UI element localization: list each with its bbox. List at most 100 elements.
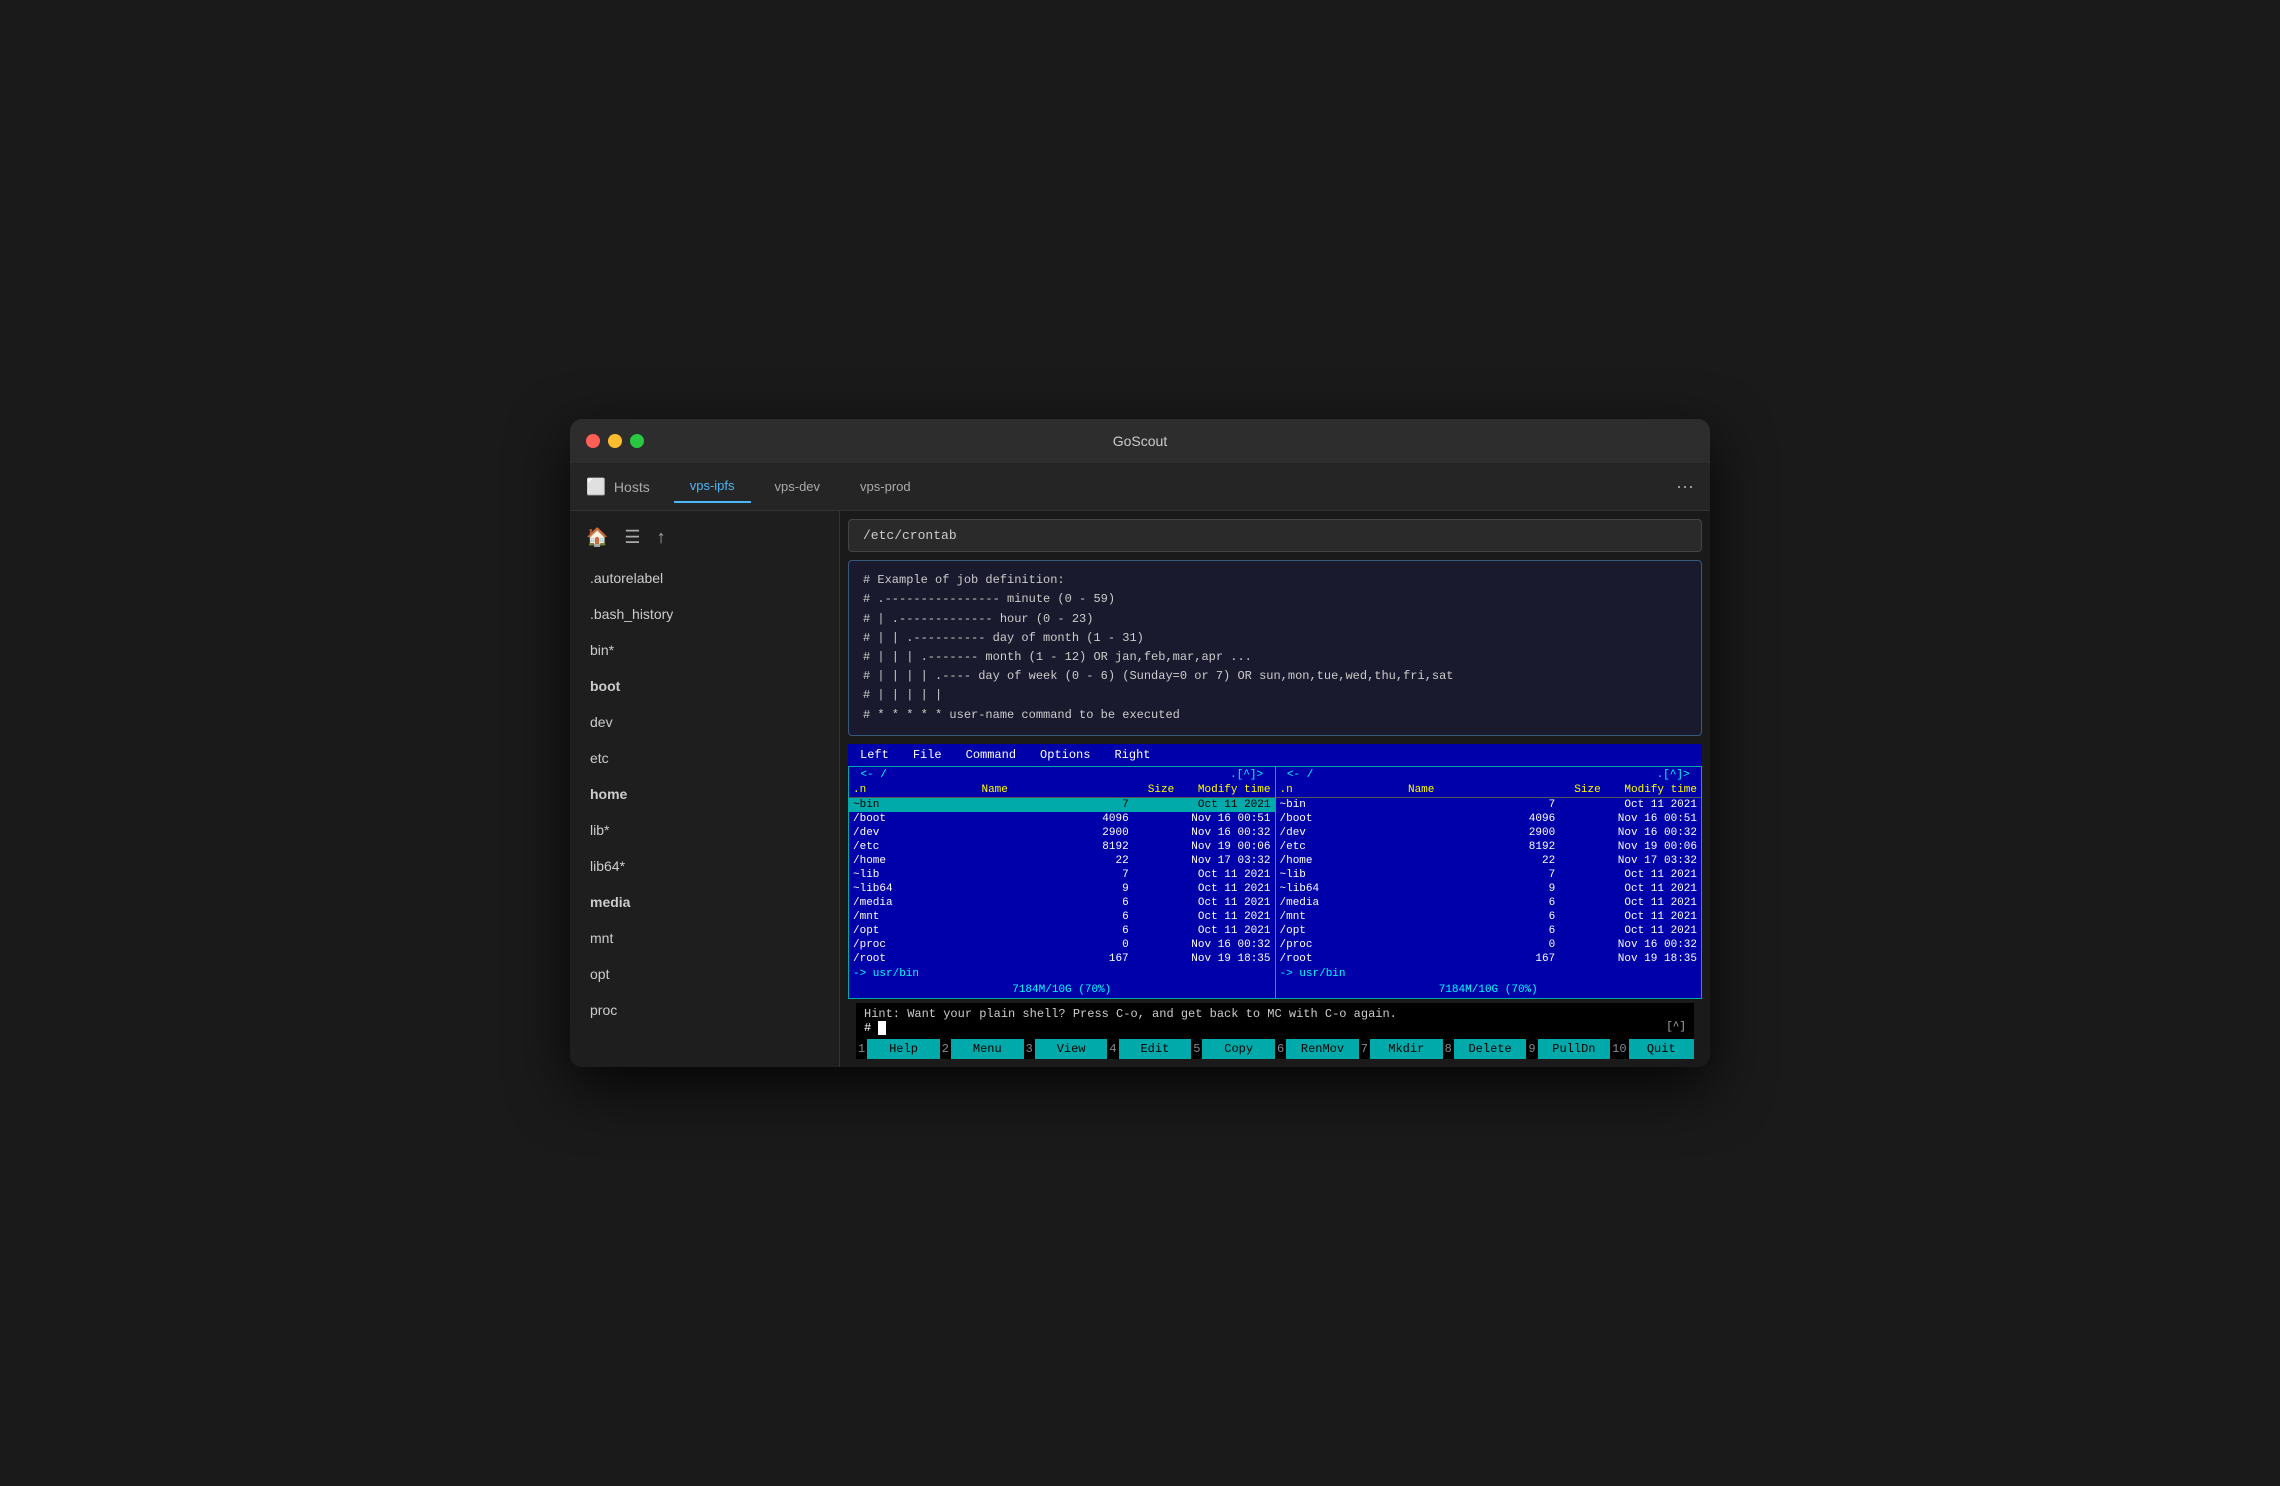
- mc-hint: Hint: Want your plain shell? Press C-o, …: [864, 1007, 1397, 1021]
- mc-left-row-media[interactable]: /media 6 Oct 11 2021: [849, 896, 1275, 910]
- mc-left-row-root[interactable]: /root 167 Nov 19 18:35: [849, 952, 1275, 966]
- minimize-button[interactable]: [608, 434, 622, 448]
- mc-col-name: Name: [981, 784, 1109, 796]
- tab-vps-ipfs[interactable]: vps-ipfs: [674, 470, 751, 503]
- fkey-5[interactable]: 5 Copy: [1191, 1039, 1275, 1059]
- mc-right-symlink: -> usr/bin: [1276, 966, 1702, 982]
- mc-panel: Left File Command Options Right <- /: [848, 744, 1702, 1067]
- sidebar-item-media[interactable]: media: [570, 884, 839, 920]
- fkey-8[interactable]: 8 Delete: [1443, 1039, 1527, 1059]
- tab-vps-prod[interactable]: vps-prod: [844, 471, 927, 502]
- fkey-10[interactable]: 10 Quit: [1610, 1039, 1694, 1059]
- mc-menu-command[interactable]: Command: [962, 747, 1020, 763]
- home-icon[interactable]: 🏠: [586, 527, 608, 548]
- sidebar-item-autorelabel[interactable]: .autorelabel: [570, 560, 839, 596]
- file-preview: # Example of job definition: # .--------…: [848, 560, 1702, 736]
- mc-right-row-home[interactable]: /home 22 Nov 17 03:32: [1276, 854, 1702, 868]
- path-bar[interactable]: /etc/crontab: [848, 519, 1702, 552]
- fkey-7[interactable]: 7 Mkdir: [1359, 1039, 1443, 1059]
- fkey-4[interactable]: 4 Edit: [1107, 1039, 1191, 1059]
- fkey-2[interactable]: 2 Menu: [940, 1039, 1024, 1059]
- mc-right-row-bin[interactable]: ~bin 7 Oct 11 2021: [1276, 798, 1702, 812]
- mc-left-pane: <- / .[^]> .n Name Size Modify time: [849, 767, 1276, 998]
- mc-right-row-opt[interactable]: /opt 6 Oct 11 2021: [1276, 924, 1702, 938]
- sidebar-item-dev[interactable]: dev: [570, 704, 839, 740]
- more-tabs-button[interactable]: ···: [1676, 476, 1694, 497]
- mc-rcol-date: Modify time: [1601, 784, 1697, 796]
- mc-cursor: [878, 1021, 885, 1035]
- mc-right-row-proc[interactable]: /proc 0 Nov 16 00:32: [1276, 938, 1702, 952]
- preview-line-8: # * * * * * user-name command to be exec…: [863, 706, 1687, 725]
- preview-line-1: # Example of job definition:: [863, 571, 1687, 590]
- mc-left-row-home[interactable]: /home 22 Nov 17 03:32: [849, 854, 1275, 868]
- tab-vps-dev[interactable]: vps-dev: [759, 471, 837, 502]
- mc-left-row-proc[interactable]: /proc 0 Nov 16 00:32: [849, 938, 1275, 952]
- mc-rcol-size: Size: [1536, 784, 1600, 796]
- mc-right-row-dev[interactable]: /dev 2900 Nov 16 00:32: [1276, 826, 1702, 840]
- mc-prompt[interactable]: #: [864, 1021, 886, 1035]
- mc-panels: <- / .[^]> .n Name Size Modify time: [848, 766, 1702, 999]
- mc-caret-indicator: [^]: [1666, 1021, 1686, 1033]
- sidebar-item-mnt[interactable]: mnt: [570, 920, 839, 956]
- mc-left-row-bin[interactable]: ~bin 7 Oct 11 2021: [849, 798, 1275, 812]
- mc-left-row-boot[interactable]: /boot 4096 Nov 16 00:51: [849, 812, 1275, 826]
- mc-right-header: <- / .[^]>: [1276, 767, 1702, 783]
- app-window: GoScout ⬜ Hosts vps-ipfs vps-dev vps-pro…: [570, 419, 1710, 1067]
- fkey-6[interactable]: 6 RenMov: [1275, 1039, 1359, 1059]
- sidebar-item-opt[interactable]: opt: [570, 956, 839, 992]
- mc-menu-right[interactable]: Right: [1110, 747, 1154, 763]
- close-button[interactable]: [586, 434, 600, 448]
- sidebar-item-bash-history[interactable]: .bash_history: [570, 596, 839, 632]
- mc-left-row-lib[interactable]: ~lib 7 Oct 11 2021: [849, 868, 1275, 882]
- mc-rcol-name: Name: [1408, 784, 1536, 796]
- traffic-lights: [586, 434, 644, 448]
- titlebar: GoScout: [570, 419, 1710, 463]
- mc-left-row-lib64[interactable]: ~lib64 9 Oct 11 2021: [849, 882, 1275, 896]
- preview-line-2: # .---------------- minute (0 - 59): [863, 590, 1687, 609]
- mc-left-row-dev[interactable]: /dev 2900 Nov 16 00:32: [849, 826, 1275, 840]
- mc-col-n: .n: [853, 784, 981, 796]
- mc-menu-left[interactable]: Left: [856, 747, 893, 763]
- mc-left-row-opt[interactable]: /opt 6 Oct 11 2021: [849, 924, 1275, 938]
- fkey-1[interactable]: 1 Help: [856, 1039, 940, 1059]
- sidebar: 🏠 ☰ ↑ .autorelabel .bash_history bin* bo…: [570, 511, 840, 1067]
- sidebar-item-proc[interactable]: proc: [570, 992, 839, 1028]
- sidebar-item-home[interactable]: home: [570, 776, 839, 812]
- mc-right-footer: 7184M/10G (70%): [1276, 982, 1702, 998]
- sidebar-item-lib[interactable]: lib*: [570, 812, 839, 848]
- sidebar-item-etc[interactable]: etc: [570, 740, 839, 776]
- mc-right-cols: .n Name Size Modify time: [1276, 783, 1702, 798]
- mc-right-row-root[interactable]: /root 167 Nov 19 18:35: [1276, 952, 1702, 966]
- sidebar-item-boot[interactable]: boot: [570, 668, 839, 704]
- maximize-button[interactable]: [630, 434, 644, 448]
- mc-right-pane: <- / .[^]> .n Name Size Modify time: [1276, 767, 1702, 998]
- sidebar-item-bin[interactable]: bin*: [570, 632, 839, 668]
- fkey-3[interactable]: 3 View: [1024, 1039, 1108, 1059]
- mc-menubar: Left File Command Options Right: [848, 744, 1702, 766]
- list-icon[interactable]: ☰: [624, 527, 640, 548]
- mc-left-cols: .n Name Size Modify time: [849, 783, 1275, 798]
- mc-bottombar: 1 Help 2 Menu 3 View 4 Edit: [856, 1039, 1694, 1059]
- mc-right-row-mnt[interactable]: /mnt 6 Oct 11 2021: [1276, 910, 1702, 924]
- mc-right-row-lib[interactable]: ~lib 7 Oct 11 2021: [1276, 868, 1702, 882]
- up-icon[interactable]: ↑: [657, 527, 666, 548]
- mc-right-row-etc[interactable]: /etc 8192 Nov 19 00:06: [1276, 840, 1702, 854]
- preview-line-7: # | | | | |: [863, 686, 1687, 705]
- fkey-9[interactable]: 9 PullDn: [1526, 1039, 1610, 1059]
- sidebar-toolbar: 🏠 ☰ ↑: [570, 519, 839, 560]
- sidebar-item-lib64[interactable]: lib64*: [570, 848, 839, 884]
- preview-line-5: # | | | .------- month (1 - 12) OR jan,f…: [863, 648, 1687, 667]
- mc-right-row-boot[interactable]: /boot 4096 Nov 16 00:51: [1276, 812, 1702, 826]
- mc-menu-file[interactable]: File: [909, 747, 946, 763]
- tab-bar: ⬜ Hosts vps-ipfs vps-dev vps-prod ···: [570, 463, 1710, 511]
- mc-left-row-etc[interactable]: /etc 8192 Nov 19 00:06: [849, 840, 1275, 854]
- mc-menu-options[interactable]: Options: [1036, 747, 1094, 763]
- app-body: 🏠 ☰ ↑ .autorelabel .bash_history bin* bo…: [570, 511, 1710, 1067]
- mc-left-footer: 7184M/10G (70%): [849, 982, 1275, 998]
- preview-line-6: # | | | | .---- day of week (0 - 6) (Sun…: [863, 667, 1687, 686]
- mc-left-header: <- / .[^]>: [849, 767, 1275, 783]
- mc-right-row-lib64[interactable]: ~lib64 9 Oct 11 2021: [1276, 882, 1702, 896]
- preview-line-3: # | .------------- hour (0 - 23): [863, 610, 1687, 629]
- mc-right-row-media[interactable]: /media 6 Oct 11 2021: [1276, 896, 1702, 910]
- mc-left-row-mnt[interactable]: /mnt 6 Oct 11 2021: [849, 910, 1275, 924]
